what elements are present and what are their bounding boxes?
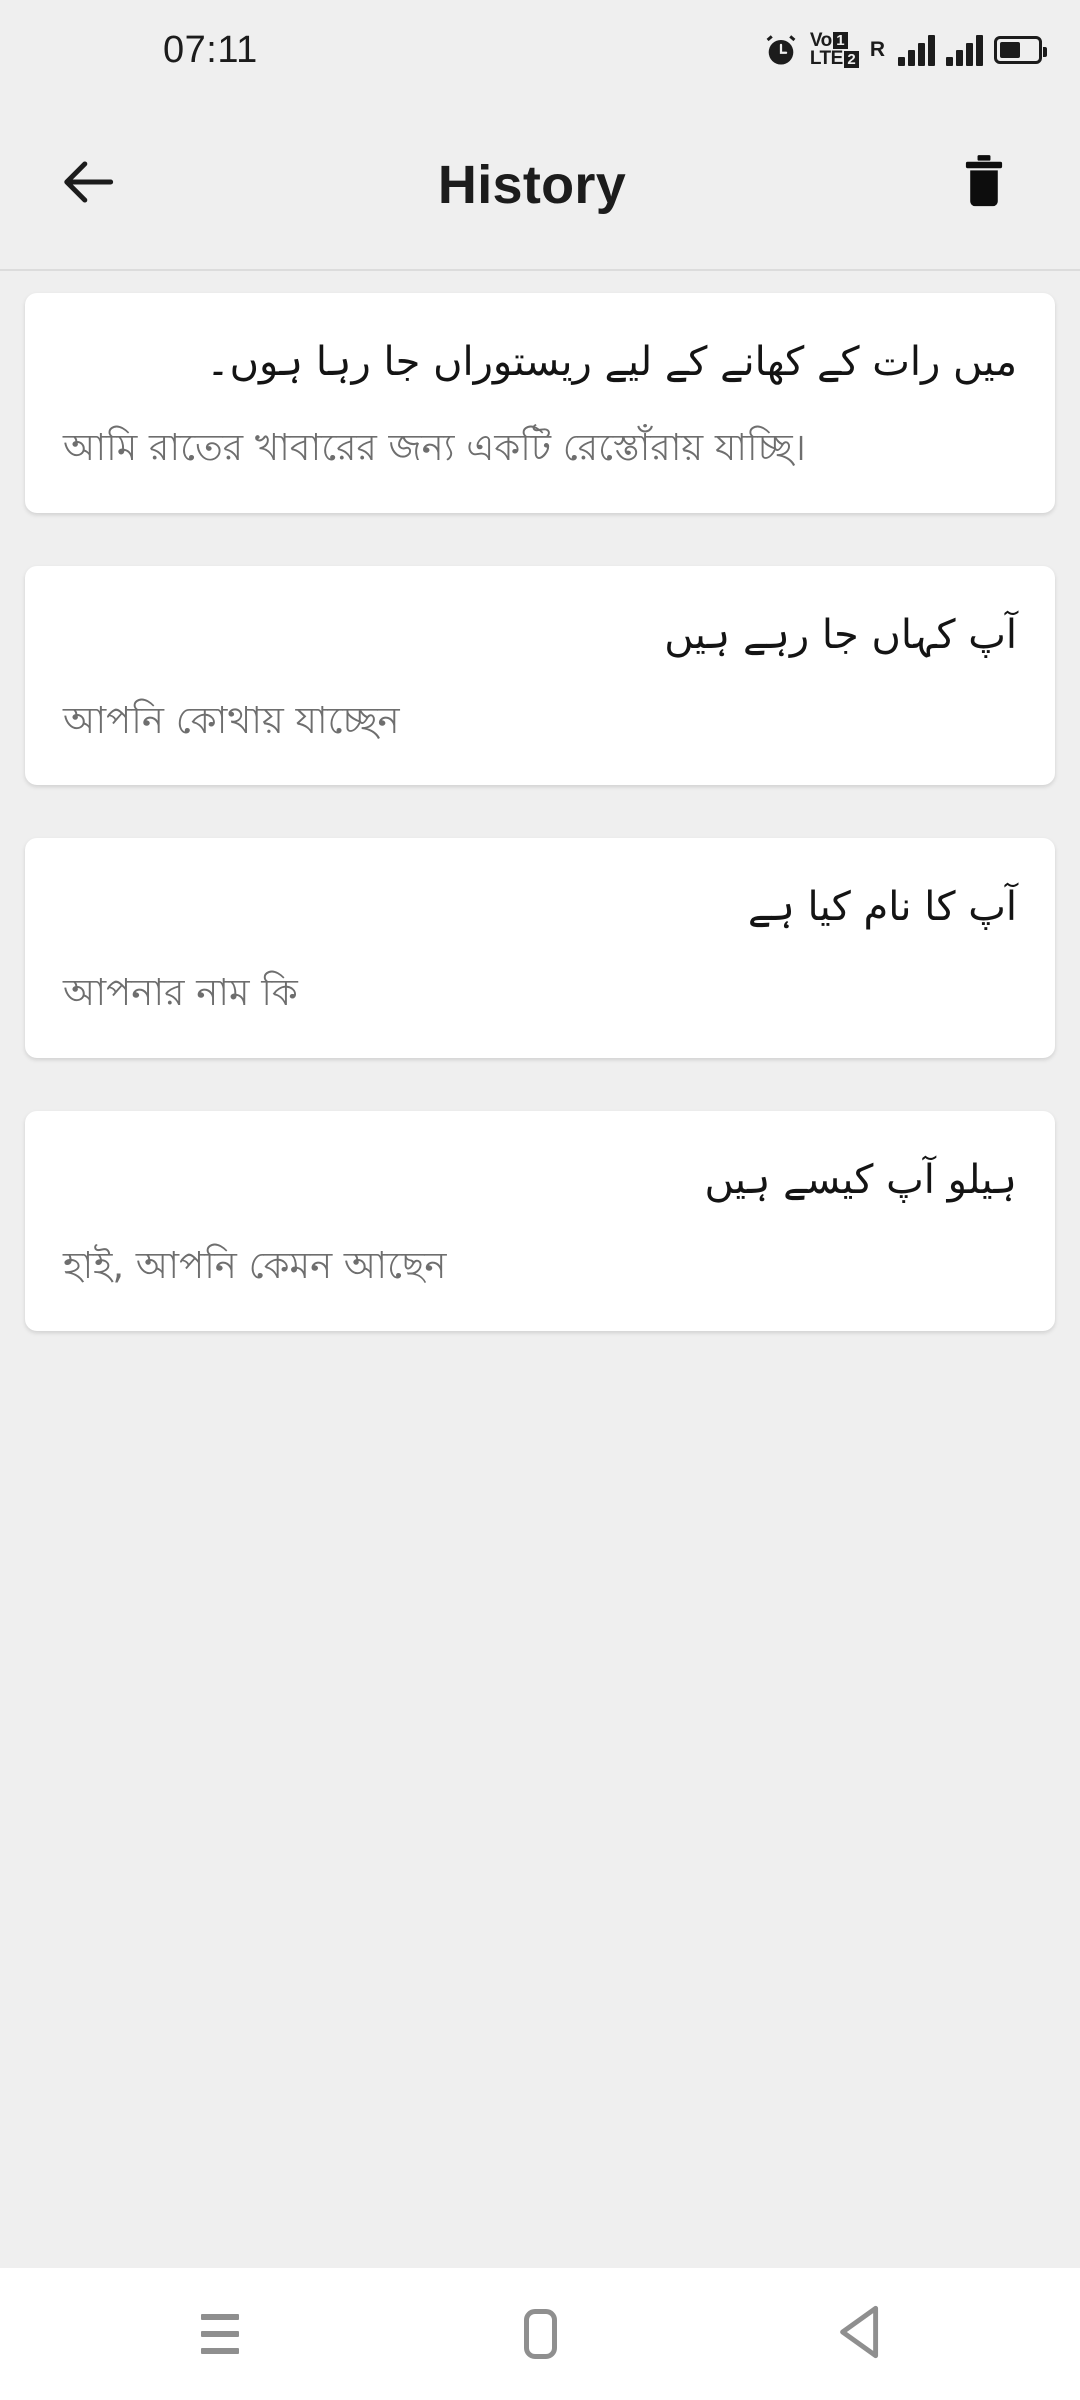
- history-item[interactable]: میں رات کے کھانے کے لیے ریستوراں جا رہا …: [25, 293, 1055, 513]
- history-list[interactable]: میں رات کے کھانے کے لیے ریستوراں جا رہا …: [0, 271, 1080, 2268]
- delete-history-button[interactable]: [936, 137, 1032, 233]
- alarm-clock-icon: [763, 32, 799, 68]
- roaming-indicator: R: [869, 38, 885, 61]
- status-bar-icons: Vo 1 LTE 2 R: [763, 31, 1047, 68]
- home-square-icon: [523, 2309, 557, 2359]
- home-button[interactable]: [480, 2274, 600, 2394]
- history-item[interactable]: ہیلو آپ کیسے ہیں হাই, আপনি কেমন আছেন: [25, 1110, 1055, 1331]
- page-title: History: [437, 154, 627, 215]
- history-item-source-text: ہیلو آپ کیسے ہیں: [704, 1156, 1017, 1203]
- history-item-source-text: آپ کہاں جا رہے ہیں: [664, 611, 1017, 658]
- history-item-target-text: আমি রাতের খাবারের জন্য একটি রেস্তোঁরায় …: [63, 426, 806, 469]
- history-item-source-text: میں رات کے کھانے کے لیے ریستوراں جا رہا …: [206, 339, 1017, 385]
- menu-icon: [201, 2314, 239, 2354]
- history-item-source-text: آپ کا نام کیا ہے: [747, 884, 1017, 931]
- app-bar: History: [0, 100, 1080, 271]
- status-bar: 07:11 Vo 1 LTE 2 R: [0, 0, 1080, 100]
- signal-bars-sim1-icon: [898, 34, 935, 66]
- back-button[interactable]: [42, 137, 138, 233]
- history-item[interactable]: آپ کا نام کیا ہے আপনার নাম কি: [25, 838, 1055, 1058]
- volte-dual-sim-icon: Vo 1 LTE 2: [810, 31, 859, 68]
- arrow-left-icon: [59, 151, 121, 218]
- history-item[interactable]: آپ کہاں جا رہے ہیں আপনি কোথায় যাচ্ছেন: [25, 565, 1055, 786]
- history-item-target-text: আপনার নাম কি: [63, 971, 298, 1015]
- signal-bars-sim2-icon: [946, 34, 983, 66]
- recents-button[interactable]: [160, 2274, 280, 2394]
- trash-icon: [958, 154, 1010, 215]
- history-item-target-text: আপনি কোথায় যাচ্ছেন: [63, 698, 400, 742]
- system-back-button[interactable]: [800, 2274, 920, 2394]
- battery-icon: [994, 36, 1047, 64]
- system-navigation-bar: [0, 2268, 1080, 2400]
- history-item-target-text: হাই, আপনি কেমন আছেন: [63, 1243, 447, 1287]
- status-bar-time: 07:11: [163, 28, 258, 71]
- back-triangle-icon: [833, 2303, 887, 2366]
